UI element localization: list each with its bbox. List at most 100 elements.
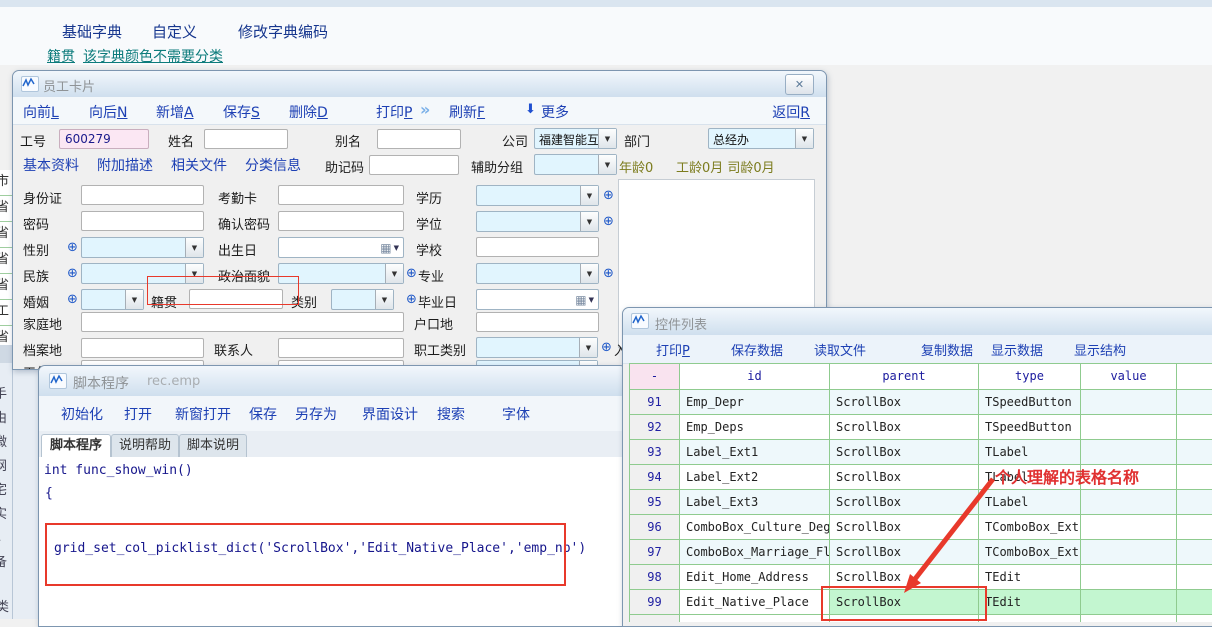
plus-icon[interactable]: ⊕ bbox=[601, 341, 612, 354]
dropdown-arrow-icon: ▼ bbox=[125, 290, 143, 309]
save-data-button[interactable]: 保存数据 bbox=[731, 340, 783, 359]
graduation-datepicker[interactable]: ▦▼ bbox=[476, 289, 599, 310]
native-place-input[interactable] bbox=[189, 289, 283, 309]
window-title: 脚本程序 bbox=[73, 373, 129, 393]
tab-extra-desc[interactable]: 附加描述 bbox=[97, 155, 153, 175]
table-row[interactable]: 95Label_Ext3 ScrollBoxTLabel bbox=[630, 490, 1212, 515]
plus-icon[interactable]: ⊕ bbox=[406, 267, 417, 280]
prev-button[interactable]: 向前L bbox=[23, 102, 59, 122]
name-input[interactable] bbox=[204, 129, 288, 149]
graduation-label: 毕业日 bbox=[418, 292, 457, 311]
init-button[interactable]: 初始化 bbox=[61, 404, 103, 424]
refresh-button[interactable]: 刷新F bbox=[449, 102, 485, 122]
table-row[interactable]: 93Label_Ext1 ScrollBoxTLabel bbox=[630, 440, 1212, 465]
tab-script-desc[interactable]: 脚本说明 bbox=[179, 434, 247, 458]
attendance-input[interactable] bbox=[278, 185, 404, 205]
table-row[interactable]: 92Emp_Deps ScrollBoxTSpeedButton bbox=[630, 415, 1212, 440]
alias-input[interactable] bbox=[377, 129, 461, 149]
save-button[interactable]: 保存 bbox=[249, 404, 277, 424]
menu-item-edit-dict-code[interactable]: 修改字典编码 bbox=[238, 21, 328, 42]
open-new-window-button[interactable]: 新窗打开 bbox=[175, 404, 231, 424]
tab-script-program[interactable]: 脚本程序 bbox=[41, 434, 111, 459]
archive-input[interactable] bbox=[81, 338, 204, 358]
tab-category-info[interactable]: 分类信息 bbox=[245, 155, 301, 175]
plus-icon[interactable]: ⊕ bbox=[603, 189, 614, 202]
plus-icon[interactable]: ⊕ bbox=[603, 215, 614, 228]
plus-icon[interactable]: ⊕ bbox=[603, 267, 614, 280]
ethnic-dropdown[interactable]: ▼ bbox=[81, 263, 204, 284]
header-index[interactable]: - bbox=[630, 364, 680, 390]
emp-id-input[interactable]: 600279 bbox=[59, 129, 149, 149]
control-list-titlebar[interactable]: 控件列表 bbox=[623, 308, 1212, 336]
confirm-password-input[interactable] bbox=[278, 211, 404, 231]
back-button[interactable]: 返回R bbox=[772, 102, 810, 122]
plus-icon[interactable]: ⊕ bbox=[406, 293, 417, 306]
close-button[interactable]: ✕ bbox=[785, 74, 814, 95]
degree-dropdown[interactable]: ▼ bbox=[476, 211, 599, 232]
ui-design-button[interactable]: 界面设计 bbox=[362, 404, 418, 424]
plus-icon[interactable]: ⊕ bbox=[67, 293, 78, 306]
major-dropdown[interactable]: ▼ bbox=[476, 263, 599, 284]
password-input[interactable] bbox=[81, 211, 204, 231]
mnemonic-input[interactable] bbox=[369, 155, 459, 175]
print-button[interactable]: 打印P bbox=[376, 102, 412, 122]
tab-help[interactable]: 说明帮助 bbox=[111, 434, 179, 458]
gender-label: 性别 bbox=[23, 240, 49, 259]
menu-item-custom[interactable]: 自定义 bbox=[152, 21, 197, 42]
table-row[interactable]: 96ComboBox_Culture_Degree ScrollBoxTComb… bbox=[630, 515, 1212, 540]
control-table: - id parent type value 91Emp_Depr Scroll… bbox=[629, 363, 1212, 622]
open-button[interactable]: 打开 bbox=[124, 404, 152, 424]
registered-address-input[interactable] bbox=[476, 312, 599, 332]
more-button[interactable]: 更多 bbox=[541, 102, 569, 122]
department-dropdown[interactable]: 总经办▼ bbox=[708, 128, 814, 149]
show-data-button[interactable]: 显示数据 bbox=[991, 340, 1043, 359]
script-titlebar[interactable]: 脚本程序 rec.emp bbox=[39, 366, 626, 397]
dict-name-link[interactable]: 籍贯 bbox=[47, 46, 75, 66]
marriage-dropdown[interactable]: ▼ bbox=[81, 289, 144, 310]
table-row-selected[interactable]: 99Edit_Native_Place ScrollBox TEdit bbox=[630, 590, 1212, 615]
header-type[interactable]: type bbox=[979, 364, 1081, 390]
show-structure-button[interactable]: 显示结构 bbox=[1074, 340, 1126, 359]
bg-char: 手 bbox=[0, 383, 9, 402]
table-row[interactable]: 97ComboBox_Marriage_Flag ScrollBoxTCombo… bbox=[630, 540, 1212, 565]
bg-char: 实 bbox=[0, 503, 9, 522]
employee-card-titlebar[interactable]: 员工卡片 ✕ bbox=[13, 71, 826, 98]
print-button[interactable]: 打印P bbox=[656, 340, 690, 359]
table-row[interactable]: 98Edit_Home_Address ScrollBoxTEdit bbox=[630, 565, 1212, 590]
category-label: 类别 bbox=[291, 292, 317, 311]
politics-dropdown[interactable]: ▼ bbox=[278, 263, 404, 284]
header-parent[interactable]: parent bbox=[830, 364, 979, 390]
add-button[interactable]: 新增A bbox=[156, 102, 194, 122]
save-as-button[interactable]: 另存为 bbox=[295, 404, 337, 424]
gender-dropdown[interactable]: ▼ bbox=[81, 237, 204, 258]
menu-item-base-dict[interactable]: 基础字典 bbox=[62, 21, 122, 42]
header-id[interactable]: id bbox=[680, 364, 830, 390]
tab-related-files[interactable]: 相关文件 bbox=[171, 155, 227, 175]
home-address-input[interactable] bbox=[81, 312, 404, 332]
read-file-button[interactable]: 读取文件 bbox=[814, 340, 866, 359]
aux-group-dropdown[interactable]: ▼ bbox=[534, 154, 617, 175]
idcard-input[interactable] bbox=[81, 185, 204, 205]
plus-icon[interactable]: ⊕ bbox=[67, 267, 78, 280]
school-input[interactable] bbox=[476, 237, 599, 257]
table-row[interactable]: 91Emp_Depr ScrollBoxTSpeedButton bbox=[630, 390, 1212, 415]
category-dropdown[interactable]: ▼ bbox=[331, 289, 394, 310]
tab-basic-info[interactable]: 基本资料 bbox=[23, 155, 79, 175]
save-button[interactable]: 保存S bbox=[223, 102, 260, 122]
contact-input[interactable] bbox=[278, 338, 404, 358]
company-dropdown[interactable]: 福建智能互联网有限公司▼ bbox=[534, 128, 617, 149]
next-button[interactable]: 向后N bbox=[89, 102, 127, 122]
employee-type-label: 职工类别 bbox=[414, 340, 466, 359]
education-dropdown[interactable]: ▼ bbox=[476, 185, 599, 206]
birthday-datepicker[interactable]: ▦▼ bbox=[278, 237, 404, 258]
double-arrow-icon[interactable]: » bbox=[420, 100, 430, 119]
code-line-3: grid_set_col_picklist_dict('ScrollBox','… bbox=[54, 541, 586, 556]
header-value[interactable]: value bbox=[1081, 364, 1177, 390]
code-editor[interactable]: int func_show_win() { grid_set_col_pickl… bbox=[39, 457, 624, 626]
plus-icon[interactable]: ⊕ bbox=[67, 241, 78, 254]
font-button[interactable]: 字体 bbox=[502, 404, 530, 424]
delete-button[interactable]: 删除D bbox=[289, 102, 328, 122]
employee-type-dropdown[interactable]: ▼ bbox=[476, 337, 598, 358]
copy-data-button[interactable]: 复制数据 bbox=[921, 340, 973, 359]
search-button[interactable]: 搜索 bbox=[437, 404, 465, 424]
